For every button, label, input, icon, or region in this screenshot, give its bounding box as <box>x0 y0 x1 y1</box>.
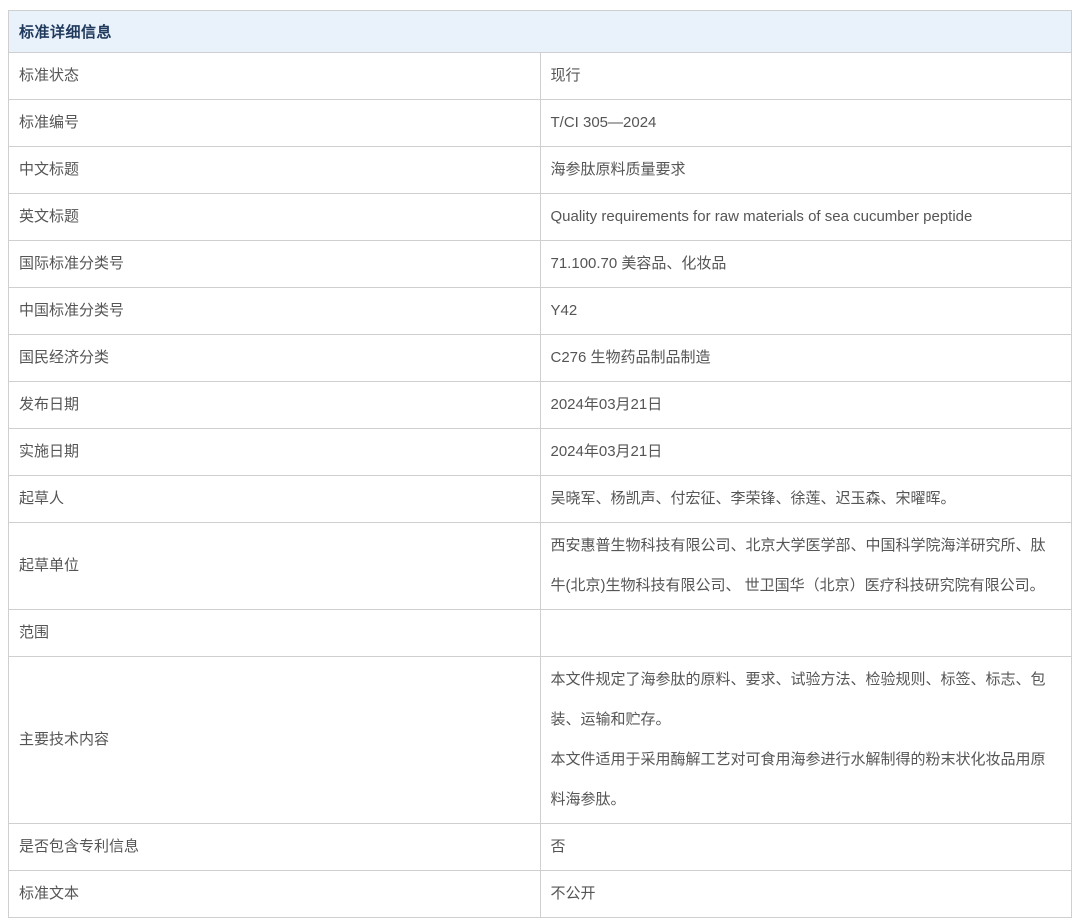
row-value: 海参肽原料质量要求 <box>540 147 1072 194</box>
table-row: 实施日期2024年03月21日 <box>9 429 1072 476</box>
row-label: 起草单位 <box>9 523 541 610</box>
table-row: 英文标题Quality requirements for raw materia… <box>9 194 1072 241</box>
table-row: 中国标准分类号Y42 <box>9 288 1072 335</box>
value-line: 本文件规定了海参肽的原料、要求、试验方法、检验规则、标签、标志、包装、运输和贮存… <box>551 660 1060 740</box>
standard-detail-page: 标准详细信息 标准状态现行标准编号T/CI 305—2024中文标题海参肽原料质… <box>0 0 1080 862</box>
table-row: 标准编号T/CI 305—2024 <box>9 100 1072 147</box>
table-row: 发布日期2024年03月21日 <box>9 382 1072 429</box>
row-value: 否 <box>540 824 1072 871</box>
row-value: 本文件规定了海参肽的原料、要求、试验方法、检验规则、标签、标志、包装、运输和贮存… <box>540 657 1072 824</box>
row-label: 国民经济分类 <box>9 335 541 382</box>
row-label: 标准编号 <box>9 100 541 147</box>
row-value: Quality requirements for raw materials o… <box>540 194 1072 241</box>
row-value: C276 生物药品制品制造 <box>540 335 1072 382</box>
row-value: 吴晓军、杨凯声、付宏征、李荣锋、徐莲、迟玉森、宋曜晖。 <box>540 476 1072 523</box>
table-body: 标准状态现行标准编号T/CI 305—2024中文标题海参肽原料质量要求英文标题… <box>9 53 1072 918</box>
row-value: 现行 <box>540 53 1072 100</box>
row-label: 标准状态 <box>9 53 541 100</box>
table-row: 国际标准分类号71.100.70 美容品、化妆品 <box>9 241 1072 288</box>
row-value: T/CI 305—2024 <box>540 100 1072 147</box>
table-row: 起草人吴晓军、杨凯声、付宏征、李荣锋、徐莲、迟玉森、宋曜晖。 <box>9 476 1072 523</box>
row-value: 2024年03月21日 <box>540 429 1072 476</box>
table-row: 主要技术内容本文件规定了海参肽的原料、要求、试验方法、检验规则、标签、标志、包装… <box>9 657 1072 824</box>
row-label: 国际标准分类号 <box>9 241 541 288</box>
row-value: Y42 <box>540 288 1072 335</box>
row-label: 实施日期 <box>9 429 541 476</box>
table-row: 中文标题海参肽原料质量要求 <box>9 147 1072 194</box>
row-label: 起草人 <box>9 476 541 523</box>
row-value: 西安惠普生物科技有限公司、北京大学医学部、中国科学院海洋研究所、肽牛(北京)生物… <box>540 523 1072 610</box>
table-row: 标准文本不公开 <box>9 871 1072 918</box>
header-row: 标准详细信息 <box>9 11 1072 53</box>
row-label: 英文标题 <box>9 194 541 241</box>
standard-detail-table: 标准详细信息 标准状态现行标准编号T/CI 305—2024中文标题海参肽原料质… <box>8 10 1072 918</box>
row-label: 标准文本 <box>9 871 541 918</box>
row-value: 不公开 <box>540 871 1072 918</box>
table-row: 范围 <box>9 610 1072 657</box>
value-line: 本文件适用于采用酶解工艺对可食用海参进行水解制得的粉末状化妆品用原料海参肽。 <box>551 740 1060 820</box>
table-row: 国民经济分类C276 生物药品制品制造 <box>9 335 1072 382</box>
table-head: 标准详细信息 <box>9 11 1072 53</box>
row-label: 发布日期 <box>9 382 541 429</box>
row-label: 范围 <box>9 610 541 657</box>
table-row: 起草单位西安惠普生物科技有限公司、北京大学医学部、中国科学院海洋研究所、肽牛(北… <box>9 523 1072 610</box>
row-label: 中国标准分类号 <box>9 288 541 335</box>
row-label: 主要技术内容 <box>9 657 541 824</box>
table-row: 标准状态现行 <box>9 53 1072 100</box>
table-title: 标准详细信息 <box>9 11 1072 53</box>
row-label: 是否包含专利信息 <box>9 824 541 871</box>
table-row: 是否包含专利信息否 <box>9 824 1072 871</box>
row-value: 2024年03月21日 <box>540 382 1072 429</box>
row-value <box>540 610 1072 657</box>
row-value: 71.100.70 美容品、化妆品 <box>540 241 1072 288</box>
row-label: 中文标题 <box>9 147 541 194</box>
